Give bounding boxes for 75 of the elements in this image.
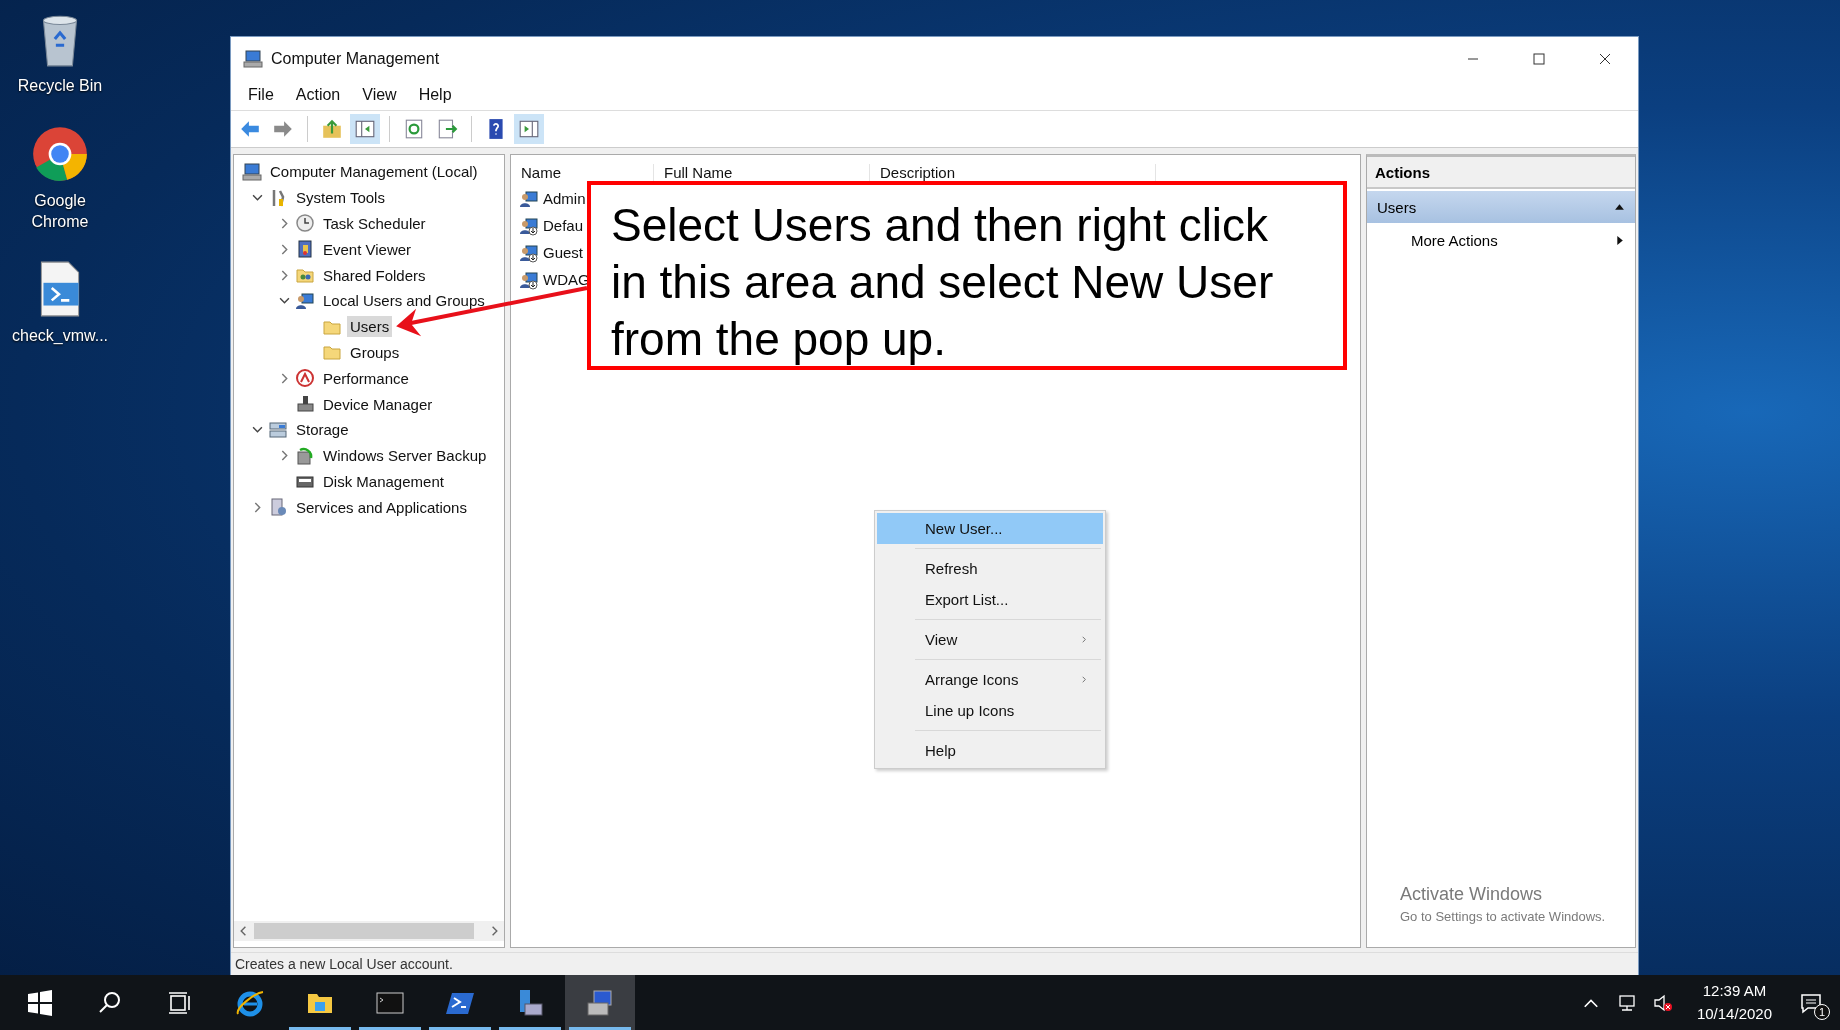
computer-icon (242, 161, 262, 182)
triangle-icon (1614, 201, 1625, 213)
tree-item[interactable]: Services and Applications (293, 496, 470, 518)
tree-item[interactable]: Disk Management (320, 470, 447, 492)
user-icon (519, 188, 539, 209)
windows-logo-icon (25, 987, 55, 1018)
device-icon (295, 394, 315, 415)
tree-item[interactable]: Device Manager (320, 393, 436, 415)
actions-section[interactable]: Users (1367, 191, 1635, 223)
chevron-down-icon[interactable] (278, 295, 290, 307)
user-name[interactable]: Defau (543, 217, 584, 234)
menu-item[interactable]: Refresh (877, 553, 1103, 584)
pane-icon (354, 118, 376, 140)
triangle-icon (1614, 234, 1625, 246)
storage-icon (268, 419, 288, 440)
desktop-icon-label[interactable]: Google Chrome (10, 190, 110, 233)
menu-item[interactable]: New User... (877, 513, 1103, 544)
pane-icon (518, 118, 540, 140)
clock-icon (295, 213, 315, 234)
chevron-right-icon (1080, 675, 1089, 684)
horizontal-scrollbar[interactable] (234, 921, 504, 941)
window-title: Computer Management (271, 49, 440, 68)
menu-item[interactable]: Export List... (877, 584, 1103, 615)
chevron-down-icon[interactable] (251, 424, 263, 436)
computer-icon (585, 987, 615, 1018)
menu-item[interactable]: File (239, 83, 283, 107)
export-icon (436, 118, 458, 140)
tree-item[interactable]: Storage (293, 419, 352, 441)
computer-management-button[interactable] (565, 975, 635, 1030)
menu-item[interactable]: View (353, 83, 406, 107)
network-icon[interactable] (1616, 992, 1637, 1013)
refresh-icon (403, 118, 425, 140)
folder-icon (321, 118, 343, 140)
annotation-callout: Select Users and then right click in this area and select New User from the pop up. (587, 181, 1347, 370)
show-pane-button[interactable] (514, 114, 544, 144)
user-name[interactable]: Guest (543, 244, 584, 261)
users-icon (295, 290, 315, 311)
chevron-right-icon (1080, 635, 1089, 644)
activation-notice: Activate Windows (1400, 884, 1544, 905)
clock-date[interactable]: 10/14/2020 (1696, 1002, 1772, 1025)
tree-item[interactable]: Computer Management (Local) (267, 161, 481, 183)
desktop-icon-label[interactable]: Recycle Bin (10, 76, 110, 97)
menu-item[interactable]: Arrange Icons (877, 664, 1103, 695)
tree-item[interactable]: Task Scheduler (320, 213, 429, 234)
menu-item[interactable]: Action (286, 83, 350, 107)
clock-time[interactable]: 12:39 AM (1702, 980, 1767, 1003)
services-icon (268, 497, 288, 518)
user-icon (519, 215, 539, 236)
tree-item[interactable]: System Tools (293, 187, 388, 209)
tree-item[interactable]: Users (347, 316, 393, 338)
user-name[interactable]: Admin (543, 190, 586, 207)
actions-header: Actions (1367, 157, 1635, 189)
show-tree-button[interactable] (350, 114, 380, 144)
action-item[interactable]: More Actions (1367, 223, 1635, 257)
menu-item[interactable]: Line up Icons (877, 695, 1103, 726)
user-icon (519, 242, 539, 263)
desktop-icon-label[interactable]: check_vmw... (10, 326, 110, 348)
tree-item[interactable]: Event Viewer (320, 238, 415, 260)
tree-item[interactable]: Windows Server Backup (320, 445, 490, 467)
menu-item[interactable]: Help (409, 83, 461, 107)
notification-count: 1 (1814, 1003, 1830, 1020)
volume-muted-icon[interactable] (1652, 992, 1673, 1013)
tree-item[interactable]: Performance (320, 367, 412, 389)
tree-item[interactable]: Shared Folders (320, 264, 429, 286)
tree-item[interactable]: Local Users and Groups (320, 290, 488, 312)
activation-hint: Go to Settings to activate Windows. (1400, 909, 1606, 924)
log-icon (295, 239, 315, 260)
tree-item[interactable]: Groups (347, 341, 403, 363)
user-icon (519, 269, 539, 290)
computer-icon (243, 48, 263, 69)
gauge-icon (295, 368, 315, 389)
menu-item[interactable]: Help (877, 735, 1103, 766)
menu-item[interactable]: View (877, 624, 1103, 655)
chevron-down-icon[interactable] (251, 192, 263, 204)
backup-icon (295, 445, 315, 466)
